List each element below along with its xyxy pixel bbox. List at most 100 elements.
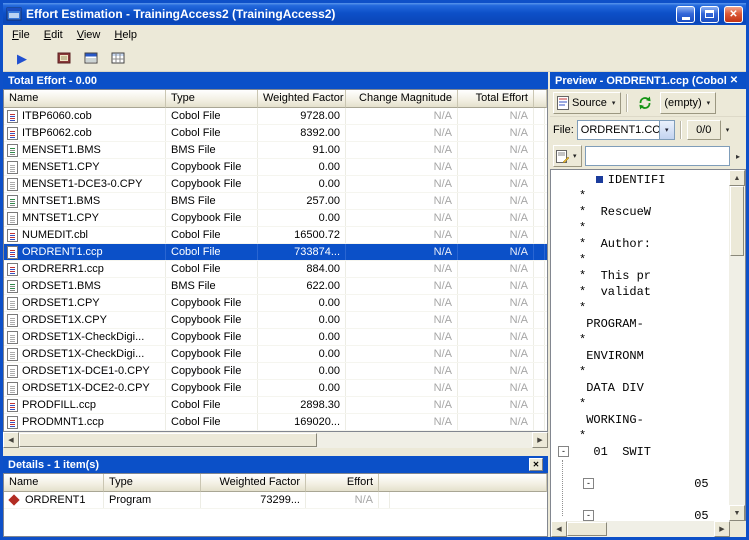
toolbar-overflow-icon[interactable]: ▸	[733, 152, 743, 161]
file-name: MNTSET1.BMS	[22, 193, 100, 209]
file-row[interactable]: NUMEDIT.cblCobol File16500.72N/AN/A	[4, 227, 547, 244]
column-header-weighted-factor[interactable]: Weighted Factor	[258, 90, 346, 108]
file-row[interactable]: ORDSET1X-DCE1-0.CPYCopybook File0.00N/AN…	[4, 363, 547, 380]
effort-horizontal-scrollbar[interactable]: ◀ ▶	[3, 432, 548, 448]
source-button[interactable]: Source ▾	[553, 92, 621, 114]
code-vertical-scrollbar[interactable]: ▲ ▼	[729, 170, 745, 521]
file-row[interactable]: ITBP6060.cobCobol File9728.00N/AN/A	[4, 108, 547, 125]
file-row[interactable]: MNTSET1.CPYCopybook File0.00N/AN/A	[4, 210, 547, 227]
file-row[interactable]: PRODMNT1.ccpCobol File169020...N/AN/A	[4, 414, 547, 431]
column-header-change-magnitude[interactable]: Change Magnitude	[346, 90, 458, 108]
maximize-button[interactable]	[700, 6, 719, 23]
file-row[interactable]: ORDSET1X-CheckDigi...Copybook File0.00N/…	[4, 329, 547, 346]
counter-dropdown-icon[interactable]: ▾	[724, 126, 732, 134]
scroll-track[interactable]	[567, 521, 714, 537]
pane-splitter[interactable]	[3, 448, 548, 456]
file-toolbar: File: ORDRENT1.CCF ▾ 0/0 ▾	[550, 117, 746, 143]
preview-close-button[interactable]: ✕	[727, 74, 741, 87]
file-row[interactable]: ORDRENT1.ccpCobol File733874...N/AN/A	[4, 244, 547, 261]
empty-dropdown[interactable]: (empty) ▾	[660, 92, 716, 114]
file-combobox-value: ORDRENT1.CCF	[578, 124, 659, 136]
column-header-effort[interactable]: Effort	[306, 474, 379, 492]
empty-dropdown-icon[interactable]: ▾	[705, 99, 713, 107]
row-filler	[534, 227, 545, 243]
menu-help[interactable]: Help	[107, 27, 144, 43]
file-row[interactable]: MNTSET1.BMSBMS File257.00N/AN/A	[4, 193, 547, 210]
code-horizontal-scrollbar[interactable]: ◀ ▶	[550, 521, 730, 537]
minimize-button[interactable]	[676, 6, 695, 23]
file-row[interactable]: ORDSET1X-DCE2-0.CPYCopybook File0.00N/AN…	[4, 380, 547, 397]
file-row[interactable]: PRODFILL.ccpCobol File2898.30N/AN/A	[4, 397, 547, 414]
file-row[interactable]: ORDSET1X-CheckDigi...Copybook File0.00N/…	[4, 346, 547, 363]
details-close-button[interactable]: ✕	[529, 458, 543, 471]
scroll-left-icon[interactable]: ◀	[551, 521, 567, 537]
total-effort: N/A	[458, 278, 534, 294]
code-text: * RescueW	[579, 205, 651, 219]
find-options-button[interactable]: ▾	[553, 145, 582, 167]
options-button[interactable]	[53, 47, 75, 69]
file-row[interactable]: ORDRERR1.ccpCobol File884.00N/AN/A	[4, 261, 547, 278]
scroll-up-icon[interactable]: ▲	[729, 170, 745, 186]
fold-collapse-icon[interactable]: -	[583, 510, 594, 521]
file-row[interactable]: ORDSET1.CPYCopybook File0.00N/AN/A	[4, 295, 547, 312]
row-filler	[534, 142, 545, 158]
report-button[interactable]	[80, 47, 102, 69]
code-text: *	[579, 221, 586, 235]
column-header-filler	[534, 90, 547, 108]
file-row[interactable]: MENSET1.CPYCopybook File0.00N/AN/A	[4, 159, 547, 176]
find-input[interactable]	[585, 146, 730, 166]
weighted-factor: 0.00	[258, 329, 346, 345]
scroll-left-icon[interactable]: ◀	[3, 432, 19, 448]
refresh-button[interactable]	[633, 92, 657, 114]
file-row[interactable]: ORDSET1X.CPYCopybook File0.00N/AN/A	[4, 312, 547, 329]
column-header-type[interactable]: Type	[104, 474, 201, 492]
file-row[interactable]: MENSET1-DCE3-0.CPYCopybook File0.00N/AN/…	[4, 176, 547, 193]
file-combobox-dropdown-icon[interactable]: ▾	[659, 121, 674, 139]
file-row[interactable]: ORDSET1.BMSBMS File622.00N/AN/A	[4, 278, 547, 295]
file-name: NUMEDIT.cbl	[22, 227, 88, 243]
column-header-weighted-factor[interactable]: Weighted Factor	[201, 474, 306, 492]
code-area[interactable]: IDENTIFI** RescueW** Author:** This pr* …	[551, 170, 729, 521]
window-title: Effort Estimation - TrainingAccess2 (Tra…	[26, 7, 671, 21]
column-header-total-effort[interactable]: Total Effort	[458, 90, 534, 108]
scroll-track[interactable]	[729, 186, 745, 505]
close-button[interactable]: ✕	[724, 6, 743, 23]
cobol-file-icon	[7, 127, 18, 140]
column-header-filler	[379, 474, 547, 492]
total-effort: N/A	[458, 210, 534, 226]
find-options-dropdown-icon[interactable]: ▾	[571, 152, 579, 160]
file-combobox[interactable]: ORDRENT1.CCF ▾	[577, 120, 675, 140]
fold-collapse-icon[interactable]: -	[583, 478, 594, 489]
menu-view[interactable]: View	[70, 27, 108, 43]
file-label: File:	[553, 124, 574, 136]
source-dropdown-icon[interactable]: ▾	[610, 99, 618, 107]
file-row[interactable]: ITBP6062.cobCobol File8392.00N/AN/A	[4, 125, 547, 142]
file-type: Copybook File	[166, 295, 258, 311]
scroll-thumb[interactable]	[19, 433, 317, 447]
scroll-thumb[interactable]	[567, 522, 607, 536]
change-magnitude: N/A	[346, 329, 458, 345]
column-header-name[interactable]: Name	[4, 474, 104, 492]
main-toolbar: ▶	[3, 45, 746, 72]
preview-title: Preview - ORDRENT1.ccp (Cobol	[555, 75, 727, 87]
code-line	[551, 492, 729, 508]
fold-collapse-icon[interactable]: -	[558, 446, 569, 457]
scroll-track[interactable]	[19, 432, 532, 448]
bms-file-icon	[7, 144, 18, 157]
details-row[interactable]: ORDRENT1Program73299...N/A	[4, 492, 547, 509]
scroll-thumb[interactable]	[730, 186, 744, 256]
scroll-down-icon[interactable]: ▼	[729, 505, 745, 521]
grid-icon	[110, 50, 126, 66]
scroll-right-icon[interactable]: ▶	[714, 521, 730, 537]
menu-edit[interactable]: Edit	[37, 27, 70, 43]
column-header-type[interactable]: Type	[166, 90, 258, 108]
export-table-button[interactable]	[107, 47, 129, 69]
refresh-icon	[637, 95, 653, 111]
change-magnitude: N/A	[346, 210, 458, 226]
file-row[interactable]: MENSET1.BMSBMS File91.00N/AN/A	[4, 142, 547, 159]
menu-file[interactable]: File	[5, 27, 37, 43]
column-header-name[interactable]: Name	[4, 90, 166, 108]
file-type: Cobol File	[166, 414, 258, 430]
run-estimation-button[interactable]: ▶	[11, 47, 33, 69]
scroll-right-icon[interactable]: ▶	[532, 432, 548, 448]
